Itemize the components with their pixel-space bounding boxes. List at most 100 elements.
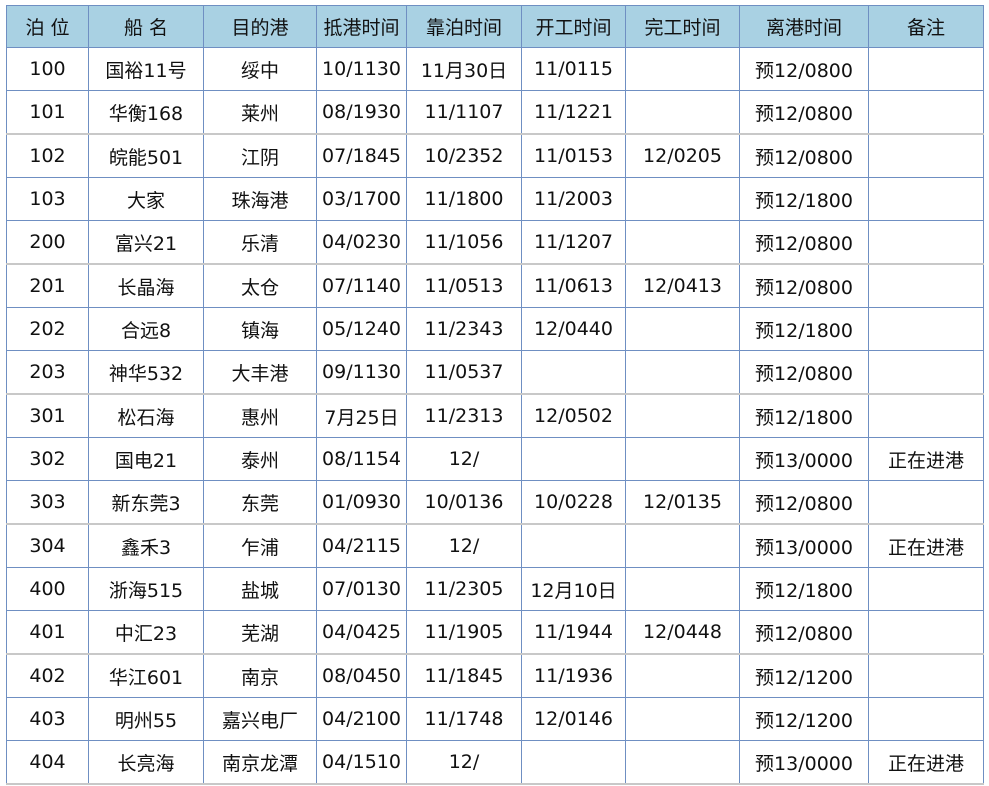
column-header-arrival-time: 抵港时间 <box>316 5 407 48</box>
table-row: 303 新东莞3 东莞 01/0930 10/0136 10/0228 12/0135 预12… <box>6 480 984 525</box>
cell-arrival-time: 07/1845 <box>316 133 407 178</box>
cell-destination: 泰州 <box>203 437 317 481</box>
cell-remarks <box>868 653 984 698</box>
cell-berth: 202 <box>6 307 89 351</box>
cell-arrival-time: 07/1140 <box>316 263 407 308</box>
cell-destination: 东莞 <box>203 480 317 525</box>
cell-finish-time: 12/0413 <box>625 263 740 308</box>
cell-berth: 101 <box>6 90 89 135</box>
cell-departure-time: 预13/0000 <box>739 740 869 785</box>
table-row: 103 大家 珠海港 03/1700 11/1800 11/2003 预12/1800 <box>6 177 984 221</box>
cell-berthing-time: 10/0136 <box>406 480 522 525</box>
cell-remarks <box>868 350 984 395</box>
header-row: 泊 位船 名目的港 抵港时间 靠泊时间 开工时间 完工时间 离港时间 备注 <box>6 5 984 48</box>
cell-finish-time: 12/0205 <box>625 133 740 178</box>
cell-departure-time: 预12/1200 <box>739 697 869 741</box>
cell-start-time: 11/1207 <box>521 220 626 265</box>
cell-destination: 太仓 <box>203 263 317 308</box>
cell-arrival-time: 7月25日 <box>316 393 407 438</box>
cell-start-time: 12/0146 <box>521 697 626 741</box>
cell-finish-time <box>625 393 740 438</box>
cell-departure-time: 预12/0800 <box>739 133 869 178</box>
cell-berth: 201 <box>6 263 89 308</box>
cell-berthing-time: 11/1905 <box>406 610 522 655</box>
cell-berthing-time: 11/2343 <box>406 307 522 351</box>
cell-ship-name: 鑫禾3 <box>88 523 204 568</box>
cell-start-time: 11/0613 <box>521 263 626 308</box>
column-header-finish-time: 完工时间 <box>625 5 740 48</box>
cell-departure-time: 预12/0800 <box>739 47 869 91</box>
cell-departure-time: 预13/0000 <box>739 437 869 481</box>
cell-destination: 镇海 <box>203 307 317 351</box>
cell-destination: 盐城 <box>203 567 317 611</box>
cell-finish-time <box>625 220 740 265</box>
cell-berthing-time: 11/1748 <box>406 697 522 741</box>
cell-ship-name: 大家 <box>88 177 204 221</box>
cell-finish-time <box>625 47 740 91</box>
cell-berthing-time: 11/1056 <box>406 220 522 265</box>
table-header: 泊 位船 名目的港 抵港时间 靠泊时间 开工时间 完工时间 离港时间 备注 <box>6 5 984 48</box>
cell-arrival-time: 04/1510 <box>316 740 407 785</box>
cell-arrival-time: 04/0230 <box>316 220 407 265</box>
cell-ship-name: 国电21 <box>88 437 204 481</box>
cell-start-time: 11/0115 <box>521 47 626 91</box>
cell-destination: 莱州 <box>203 90 317 135</box>
cell-remarks <box>868 133 984 178</box>
table-row: 401 中汇23 芜湖 04/0425 11/1905 11/1944 12/0448 预12… <box>6 610 984 655</box>
cell-finish-time <box>625 177 740 221</box>
column-header-destination: 目的港 <box>203 5 317 48</box>
cell-arrival-time: 08/0450 <box>316 653 407 698</box>
cell-destination: 乐清 <box>203 220 317 265</box>
cell-destination: 江阴 <box>203 133 317 178</box>
cell-ship-name: 浙海515 <box>88 567 204 611</box>
table-row: 301 松石海 惠州 7月25日 11/2313 12/0502 预12/1800 <box>6 393 984 438</box>
cell-start-time <box>521 740 626 785</box>
cell-departure-time: 预12/1800 <box>739 393 869 438</box>
berth-schedule-table: 泊 位船 名目的港 抵港时间 靠泊时间 开工时间 完工时间 离港时间 备注 100 国裕11号… <box>6 5 984 785</box>
table-row: 404 长亮海 南京龙潭 04/1510 12/预13/0000 正在进港 <box>6 740 984 785</box>
table-row: 400 浙海515 盐城 07/0130 11/2305 12月10日 预12/1800 <box>6 567 984 611</box>
cell-destination: 南京 <box>203 653 317 698</box>
cell-start-time <box>521 523 626 568</box>
cell-berthing-time: 12/ <box>406 437 522 481</box>
cell-berth: 200 <box>6 220 89 265</box>
cell-finish-time <box>625 567 740 611</box>
cell-ship-name: 新东莞3 <box>88 480 204 525</box>
cell-remarks <box>868 610 984 655</box>
cell-departure-time: 预12/0800 <box>739 480 869 525</box>
cell-remarks <box>868 263 984 308</box>
cell-berthing-time: 11/0537 <box>406 350 522 395</box>
cell-berthing-time: 11/1845 <box>406 653 522 698</box>
cell-start-time: 11/1936 <box>521 653 626 698</box>
cell-destination: 嘉兴电厂 <box>203 697 317 741</box>
cell-ship-name: 富兴21 <box>88 220 204 265</box>
cell-berth: 400 <box>6 567 89 611</box>
column-header-start-time: 开工时间 <box>521 5 626 48</box>
table-row: 201 长晶海 太仓 07/1140 11/0513 11/0613 12/0413 预12/… <box>6 263 984 308</box>
cell-start-time: 11/0153 <box>521 133 626 178</box>
table-row: 202 合远8 镇海 05/1240 11/2343 12/0440 预12/1800 <box>6 307 984 351</box>
cell-finish-time <box>625 653 740 698</box>
table-row: 100 国裕11号 绥中 10/1130 11月30日 11/0115 预12/0800 <box>6 47 984 91</box>
cell-ship-name: 神华532 <box>88 350 204 395</box>
cell-remarks <box>868 480 984 525</box>
cell-berth: 403 <box>6 697 89 741</box>
cell-ship-name: 华江601 <box>88 653 204 698</box>
cell-berthing-time: 12/ <box>406 523 522 568</box>
cell-departure-time: 预12/1200 <box>739 653 869 698</box>
cell-finish-time <box>625 697 740 741</box>
cell-berth: 102 <box>6 133 89 178</box>
cell-destination: 南京龙潭 <box>203 740 317 785</box>
cell-departure-time: 预12/0800 <box>739 220 869 265</box>
cell-destination: 绥中 <box>203 47 317 91</box>
column-header-remarks: 备注 <box>868 5 984 48</box>
table-body: 100 国裕11号 绥中 10/1130 11月30日 11/0115 预12/0800 10… <box>6 47 984 785</box>
cell-arrival-time: 10/1130 <box>316 47 407 91</box>
table-row: 304 鑫禾3 乍浦 04/2115 12/预13/0000 正在进港 <box>6 523 984 568</box>
cell-remarks: 正在进港 <box>868 740 984 785</box>
cell-departure-time: 预12/0800 <box>739 350 869 395</box>
cell-finish-time <box>625 523 740 568</box>
cell-remarks: 正在进港 <box>868 523 984 568</box>
cell-departure-time: 预12/0800 <box>739 90 869 135</box>
cell-start-time <box>521 437 626 481</box>
